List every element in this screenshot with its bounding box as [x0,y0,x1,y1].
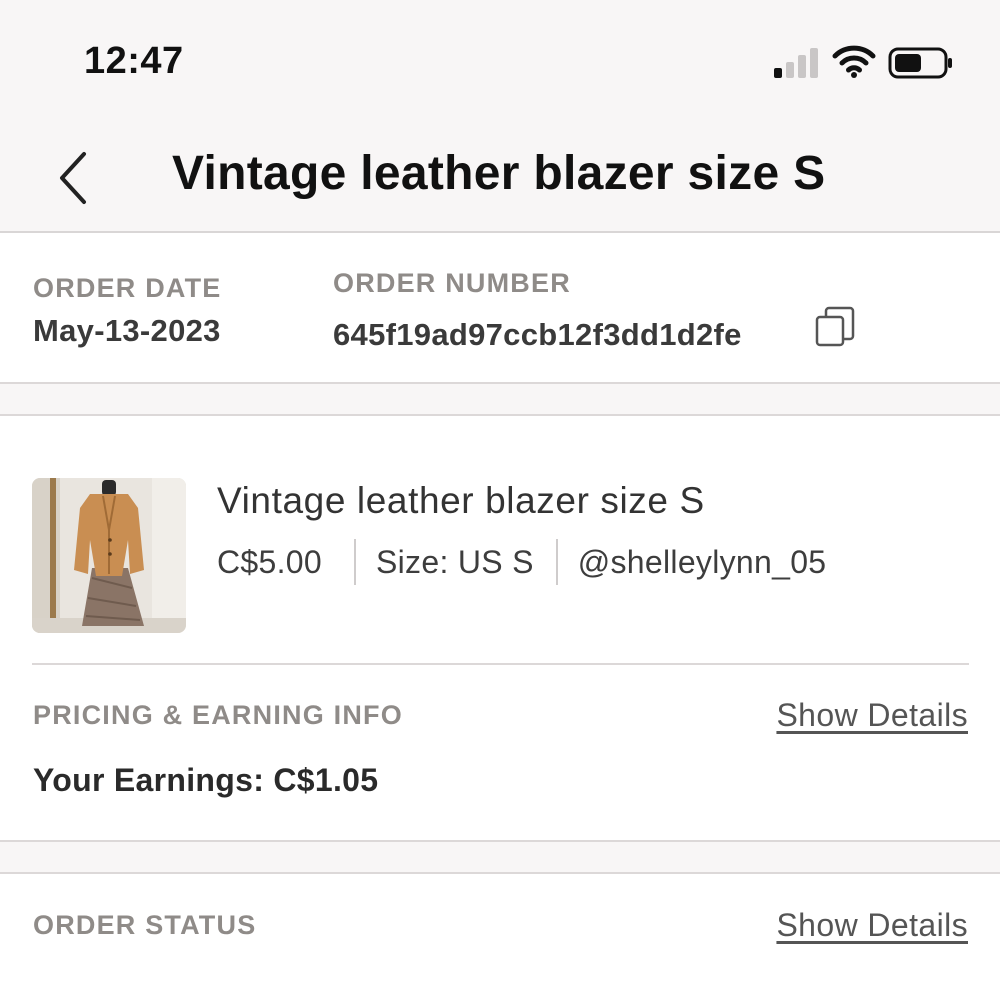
order-date-label: ORDER DATE [33,273,222,303]
status-time: 12:47 [84,40,184,82]
order-status-show-details-link[interactable]: Show Details [776,907,968,944]
battery-icon [888,47,952,79]
your-earnings: Your Earnings: C$1.05 [33,762,379,798]
item-size: Size: US S [376,543,534,580]
seller-username[interactable]: @shelleylynn_05 [578,544,827,581]
blazer-photo [32,478,186,633]
meta-separator [555,539,558,585]
order-status-label: ORDER STATUS [33,910,257,940]
item-meta: C$5.00 Size: US S @shelleylynn_05 [217,538,826,586]
copy-icon[interactable] [814,305,856,349]
order-date-value: May-13-2023 [33,313,221,348]
signal-icon [774,48,818,78]
pricing-section-label: PRICING & EARNING INFO [33,700,403,730]
chevron-left-icon[interactable] [50,148,96,208]
section-divider [0,382,1000,416]
item-divider [32,663,969,665]
order-meta: ORDER DATE May-13-2023 ORDER NUMBER 645f… [0,235,1000,382]
pricing-show-details-link[interactable]: Show Details [776,697,968,734]
item-price: C$5.00 [217,543,322,580]
item-thumbnail[interactable] [32,478,186,633]
section-divider [0,840,1000,874]
wifi-icon [832,45,876,78]
top-bar: 12:47 Vintage leather blazer size S [0,0,1000,233]
page-title: Vintage leather blazer size S [172,147,826,200]
order-number-label: ORDER NUMBER [333,268,571,298]
order-number-value: 645f19ad97ccb12f3dd1d2fe [333,317,742,352]
meta-separator [354,539,356,585]
item-title[interactable]: Vintage leather blazer size S [217,480,705,522]
